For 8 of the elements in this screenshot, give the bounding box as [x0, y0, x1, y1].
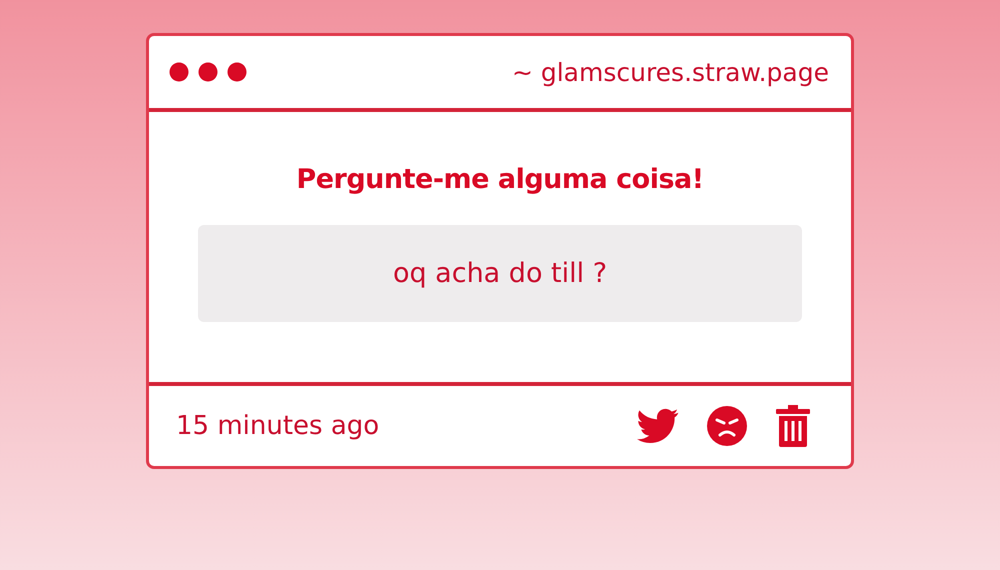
timestamp: 15 minutes ago: [176, 411, 380, 441]
angry-face-icon[interactable]: [707, 406, 747, 446]
question-text: oq acha do till ?: [198, 225, 802, 322]
bird-icon[interactable]: [637, 408, 679, 444]
trash-icon[interactable]: [775, 405, 811, 447]
site-url: ~ glamscures.straw.page: [512, 58, 829, 86]
window-dots-icon: [169, 62, 247, 82]
prompt-heading: Pergunte-me alguma coisa!: [296, 164, 704, 195]
